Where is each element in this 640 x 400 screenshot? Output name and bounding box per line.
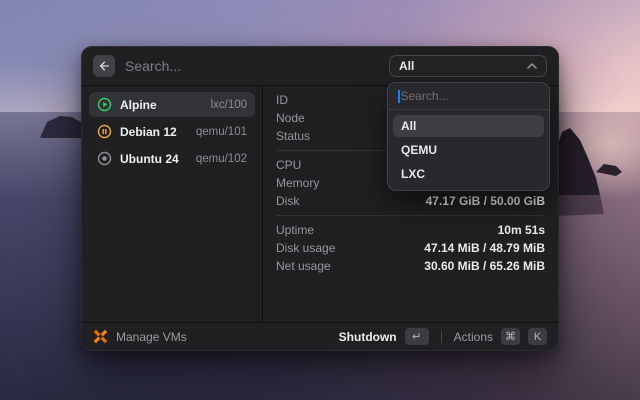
detail-label: Disk usage (276, 241, 336, 255)
detail-label: CPU (276, 158, 302, 172)
dropdown-option-qemu[interactable]: QEMU (393, 139, 544, 161)
detail-row-disk: Disk 47.17 GiB / 50.00 GiB (276, 192, 545, 210)
detail-label: Net usage (276, 259, 331, 273)
footer-bar: Manage VMs Shutdown ↵ Actions ⌘ K (82, 322, 558, 350)
stop-circle-icon (97, 151, 112, 166)
shutdown-action-button[interactable]: Shutdown (339, 330, 397, 344)
vm-id: qemu/102 (195, 152, 247, 165)
detail-value: 47.14 MiB / 48.79 MiB (424, 241, 545, 255)
text-caret (398, 89, 400, 103)
detail-label: Node (276, 111, 305, 125)
dropdown-search-input[interactable]: Search... (388, 83, 549, 110)
detail-row-uptime: Uptime 10m 51s (276, 221, 545, 239)
filter-selected-value: All (399, 59, 415, 73)
detail-row-net-usage: Net usage 30.60 MiB / 65.26 MiB (276, 257, 545, 275)
detail-label: Status (276, 129, 311, 143)
proxmox-logo-icon (93, 329, 108, 344)
detail-value: 10m 51s (497, 223, 545, 237)
k-key-icon: K (528, 328, 547, 345)
footer-divider (440, 330, 442, 343)
detail-group-divider (276, 215, 545, 216)
detail-value: 47.17 GiB / 50.00 GiB (425, 194, 545, 208)
detail-label: Memory (276, 176, 320, 190)
vm-name: Ubuntu 24 (120, 151, 179, 166)
back-arrow-icon (99, 61, 109, 71)
command-key-icon: ⌘ (501, 328, 520, 345)
vm-list: Alpine lxc/100 Debian 12 qemu/101 Ubuntu… (82, 86, 263, 322)
type-filter-dropdown-menu: Search... All QEMU LXC (387, 82, 550, 191)
actions-menu-button[interactable]: Actions (454, 330, 493, 344)
pause-circle-icon (97, 124, 112, 139)
type-filter-dropdown-trigger[interactable]: All (389, 55, 547, 77)
vm-id: lxc/100 (210, 98, 247, 111)
back-button[interactable] (93, 55, 115, 77)
chevron-up-icon (527, 63, 537, 69)
detail-label: ID (276, 93, 288, 107)
return-key-icon: ↵ (404, 328, 429, 345)
vm-name: Debian 12 (120, 124, 177, 139)
dropdown-option-all[interactable]: All (393, 115, 544, 137)
vm-name: Alpine (120, 97, 157, 112)
search-input[interactable]: Search... (125, 58, 379, 74)
vm-list-item-ubuntu[interactable]: Ubuntu 24 qemu/102 (89, 146, 255, 171)
vm-manager-window: Search... All Alpine lxc/100 Debian 12 q… (81, 46, 559, 351)
detail-row-disk-usage: Disk usage 47.14 MiB / 48.79 MiB (276, 239, 545, 257)
dropdown-option-lxc[interactable]: LXC (393, 163, 544, 185)
dropdown-options: All QEMU LXC (388, 110, 549, 190)
detail-label: Disk (276, 194, 300, 208)
dropdown-search-placeholder: Search... (400, 89, 449, 103)
topbar: Search... All (82, 47, 558, 86)
play-circle-icon (97, 97, 112, 112)
vm-list-item-debian[interactable]: Debian 12 qemu/101 (89, 119, 255, 144)
vm-list-item-alpine[interactable]: Alpine lxc/100 (89, 92, 255, 117)
extension-title: Manage VMs (116, 329, 187, 344)
detail-label: Uptime (276, 223, 315, 237)
detail-value: 30.60 MiB / 65.26 MiB (424, 259, 545, 273)
vm-id: qemu/101 (195, 125, 247, 138)
